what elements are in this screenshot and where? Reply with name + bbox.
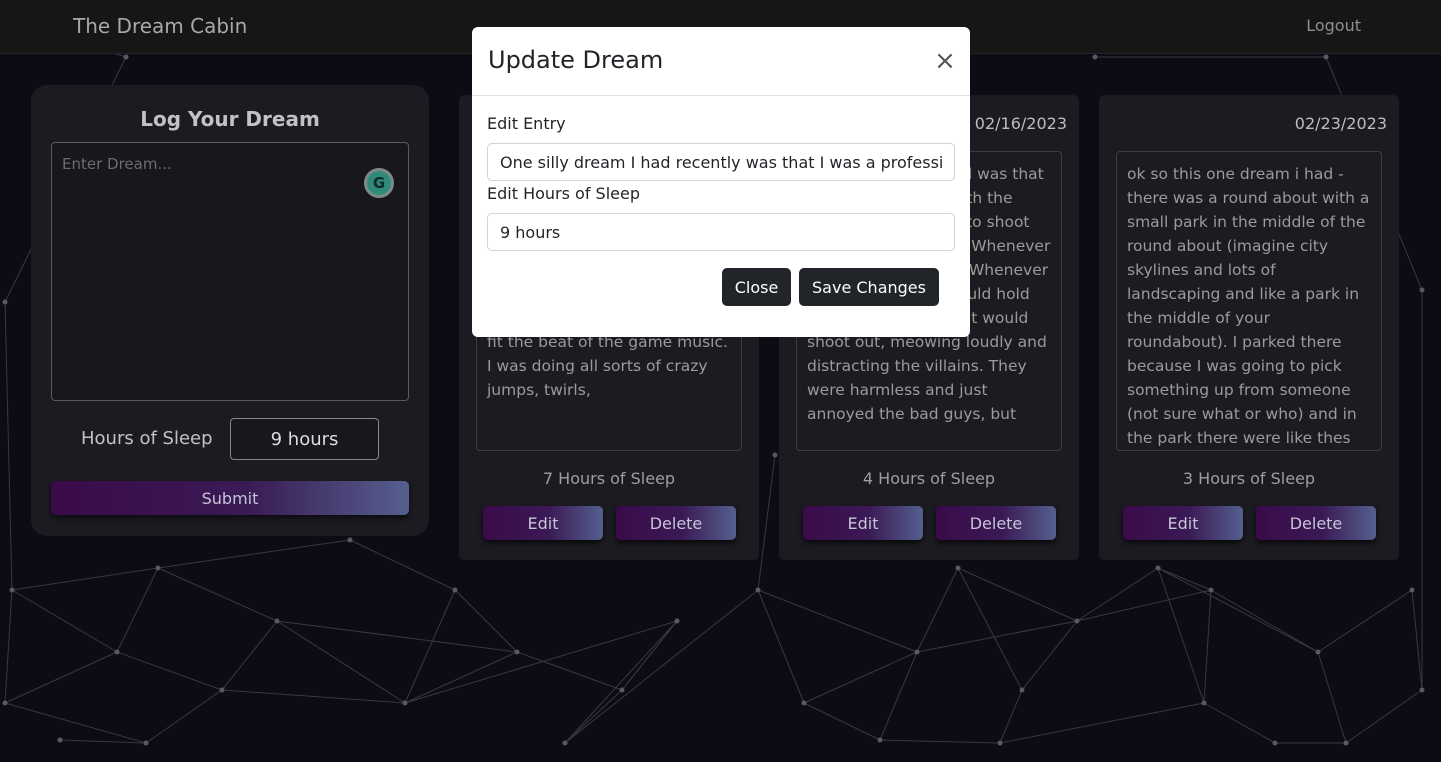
dream-text[interactable]: ok so this one dream i had - there was a… — [1116, 151, 1382, 451]
dream-date: 02/16/2023 — [974, 114, 1067, 133]
edit-button[interactable]: Edit — [803, 506, 923, 540]
brand-title[interactable]: The Dream Cabin — [73, 14, 247, 38]
edit-button[interactable]: Edit — [1123, 506, 1243, 540]
edit-entry-label: Edit Entry — [487, 114, 566, 133]
delete-button[interactable]: Delete — [1256, 506, 1376, 540]
dream-card: 02/23/2023 ok so this one dream i had - … — [1099, 95, 1399, 560]
logout-link[interactable]: Logout — [1306, 16, 1361, 35]
dream-entry-textarea[interactable] — [51, 142, 409, 401]
hours-of-sleep-input[interactable] — [230, 418, 379, 460]
dream-hours: 3 Hours of Sleep — [1182, 469, 1316, 488]
close-icon[interactable]: × — [930, 47, 960, 77]
delete-button[interactable]: Delete — [616, 506, 736, 540]
edit-hours-input[interactable] — [487, 213, 955, 251]
hours-of-sleep-label: Hours of Sleep — [81, 428, 213, 449]
save-changes-button[interactable]: Save Changes — [799, 268, 939, 306]
edit-entry-input[interactable] — [487, 143, 955, 181]
modal-divider — [472, 95, 970, 96]
update-dream-modal: Update Dream × Edit Entry Edit Hours of … — [472, 27, 970, 337]
dream-hours: 4 Hours of Sleep — [862, 469, 996, 488]
submit-button[interactable]: Submit — [51, 481, 409, 515]
modal-title: Update Dream — [488, 46, 664, 74]
delete-button[interactable]: Delete — [936, 506, 1056, 540]
grammarly-icon[interactable]: G — [364, 168, 394, 198]
edit-button[interactable]: Edit — [483, 506, 603, 540]
dream-date: 02/23/2023 — [1294, 114, 1387, 133]
log-dream-title: Log Your Dream — [140, 107, 320, 131]
edit-hours-label: Edit Hours of Sleep — [487, 184, 640, 203]
dream-hours: 7 Hours of Sleep — [542, 469, 676, 488]
modal-close-button[interactable]: Close — [722, 268, 791, 306]
log-dream-panel: Log Your Dream G Hours of Sleep Submit — [31, 85, 429, 536]
